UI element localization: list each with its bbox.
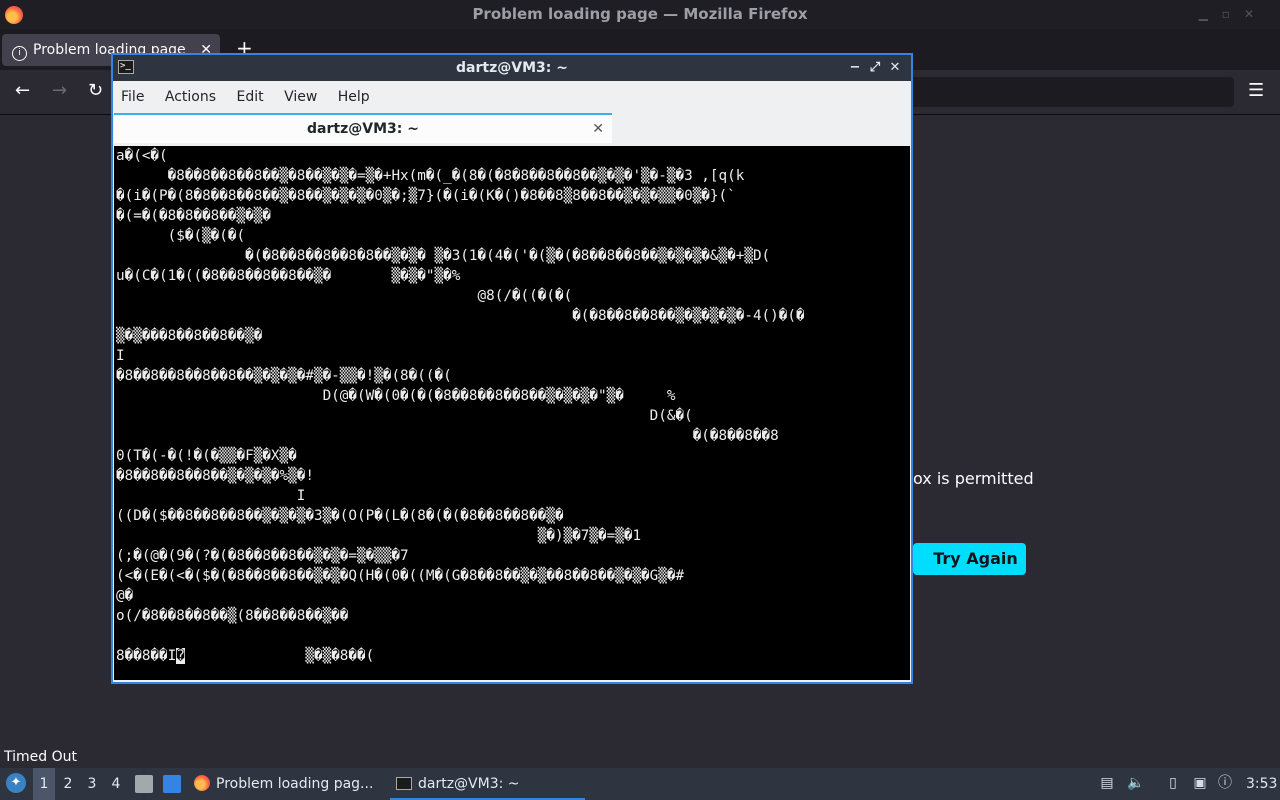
terminal-window[interactable]: >_ dartz@VM3: ~ − ⤢ ✕ File Actions Edit Vi… — [111, 53, 913, 684]
firefox-icon — [194, 775, 210, 791]
taskbar: ✦ 1 2 3 4 Problem loading pag... dartz@V… — [0, 768, 1280, 800]
task-firefox-label: Problem loading pag... — [216, 776, 374, 792]
try-again-button[interactable]: Try Again — [913, 543, 1026, 575]
menu-view[interactable]: View — [276, 82, 325, 112]
network-icon[interactable]: ▣ — [1191, 774, 1209, 792]
volume-icon[interactable]: 🔈 — [1127, 774, 1145, 792]
minimize-icon[interactable]: − — [845, 55, 865, 81]
menu-help[interactable]: Help — [330, 82, 378, 112]
terminal-output-area[interactable]: a�(<�( �8��8��8��8��▒�8��▒�▒�=▒�+Hx(m�(_… — [114, 146, 910, 680]
maximize-icon[interactable]: ⤢ — [865, 55, 885, 81]
file-manager-icon[interactable] — [135, 775, 153, 793]
firefox-logo-icon — [5, 6, 23, 24]
hamburger-menu-icon[interactable]: ☰ — [1248, 80, 1264, 101]
terminal-tab-close-icon[interactable]: ✕ — [592, 115, 604, 143]
notes-icon[interactable]: ▯ — [1164, 774, 1182, 792]
error-description-text: ox is permitted — [913, 469, 1034, 488]
terminal-output-text: a�(<�( �8��8��8��8��▒�8��▒�▒�=▒�+Hx(m�(_… — [116, 148, 805, 664]
clipboard-icon[interactable]: ▤ — [1098, 774, 1116, 792]
window-title-text: Problem loading page — Mozilla Firefox — [472, 5, 808, 23]
close-icon[interactable]: ✕ — [885, 55, 905, 81]
firefox-window-title: Problem loading page — Mozilla Firefox ▁… — [0, 0, 1280, 29]
menu-file[interactable]: File — [113, 82, 152, 112]
show-desktop-icon[interactable] — [163, 775, 181, 793]
reload-icon[interactable]: ↻ — [88, 80, 103, 101]
workspace-2[interactable]: 2 — [57, 768, 79, 800]
workspace-3[interactable]: 3 — [81, 768, 103, 800]
task-firefox[interactable]: Problem loading pag... — [194, 768, 373, 800]
terminal-output-tail: ▒�▒�8��( — [184, 648, 375, 664]
terminal-cursor: � — [176, 648, 185, 664]
task-terminal[interactable]: dartz@VM3: ~ — [390, 768, 585, 800]
firefox-window-controls[interactable]: ▁▫✕ — [1199, 0, 1268, 29]
start-menu-icon[interactable]: ✦ — [6, 773, 26, 793]
terminal-icon — [396, 777, 412, 790]
terminal-icon: >_ — [118, 60, 134, 74]
terminal-tab[interactable]: dartz@VM3: ~ ✕ — [114, 113, 612, 143]
forward-icon[interactable]: → — [52, 80, 67, 101]
back-icon[interactable]: ← — [15, 80, 30, 101]
workspace-1[interactable]: 1 — [33, 768, 55, 800]
terminal-window-controls: − ⤢ ✕ — [845, 55, 905, 81]
clock[interactable]: 3:53 — [1246, 768, 1277, 800]
status-panel: Timed Out — [0, 747, 81, 767]
terminal-menubar: File Actions Edit View Help — [113, 82, 911, 112]
terminal-tab-title: dartz@VM3: ~ — [307, 121, 419, 137]
terminal-output: a�(<�( �8��8��8��8��▒�8��▒�▒�=▒�+Hx(m�(_… — [114, 146, 910, 666]
terminal-window-title: dartz@VM3: ~ — [456, 60, 568, 76]
task-terminal-label: dartz@VM3: ~ — [418, 776, 520, 792]
menu-actions[interactable]: Actions — [157, 82, 224, 112]
info-icon: i — [12, 46, 27, 61]
updates-icon[interactable]: ⓘ — [1216, 774, 1234, 792]
terminal-titlebar[interactable]: >_ dartz@VM3: ~ − ⤢ ✕ — [113, 55, 911, 81]
workspace-4[interactable]: 4 — [105, 768, 127, 800]
menu-edit[interactable]: Edit — [228, 82, 271, 112]
